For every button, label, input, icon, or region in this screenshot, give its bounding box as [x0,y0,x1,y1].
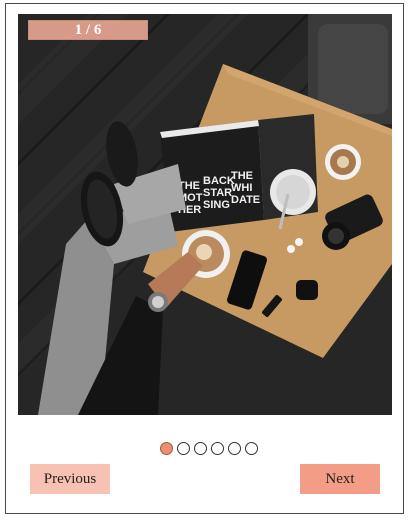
dot-1[interactable] [160,442,173,455]
svg-text:SING: SING [203,199,230,211]
svg-text:DATE: DATE [231,194,260,206]
slide-counter: 1 / 6 [28,20,148,40]
slide-indicator-dots [160,442,258,456]
dot-6[interactable] [245,442,258,455]
svg-text:STAR: STAR [203,187,232,199]
next-button[interactable]: Next [300,464,380,494]
slide-photo-illustration: THE BACK THE MOT STAR WHI HER SING DATE [18,14,392,415]
dot-4[interactable] [211,442,224,455]
dot-5[interactable] [228,442,241,455]
slide-image: THE BACK THE MOT STAR WHI HER SING DATE [18,14,392,415]
dot-3[interactable] [194,442,207,455]
dot-2[interactable] [177,442,190,455]
svg-text:WHI: WHI [231,182,252,194]
previous-button[interactable]: Previous [30,464,110,494]
svg-text:THE: THE [231,170,253,182]
